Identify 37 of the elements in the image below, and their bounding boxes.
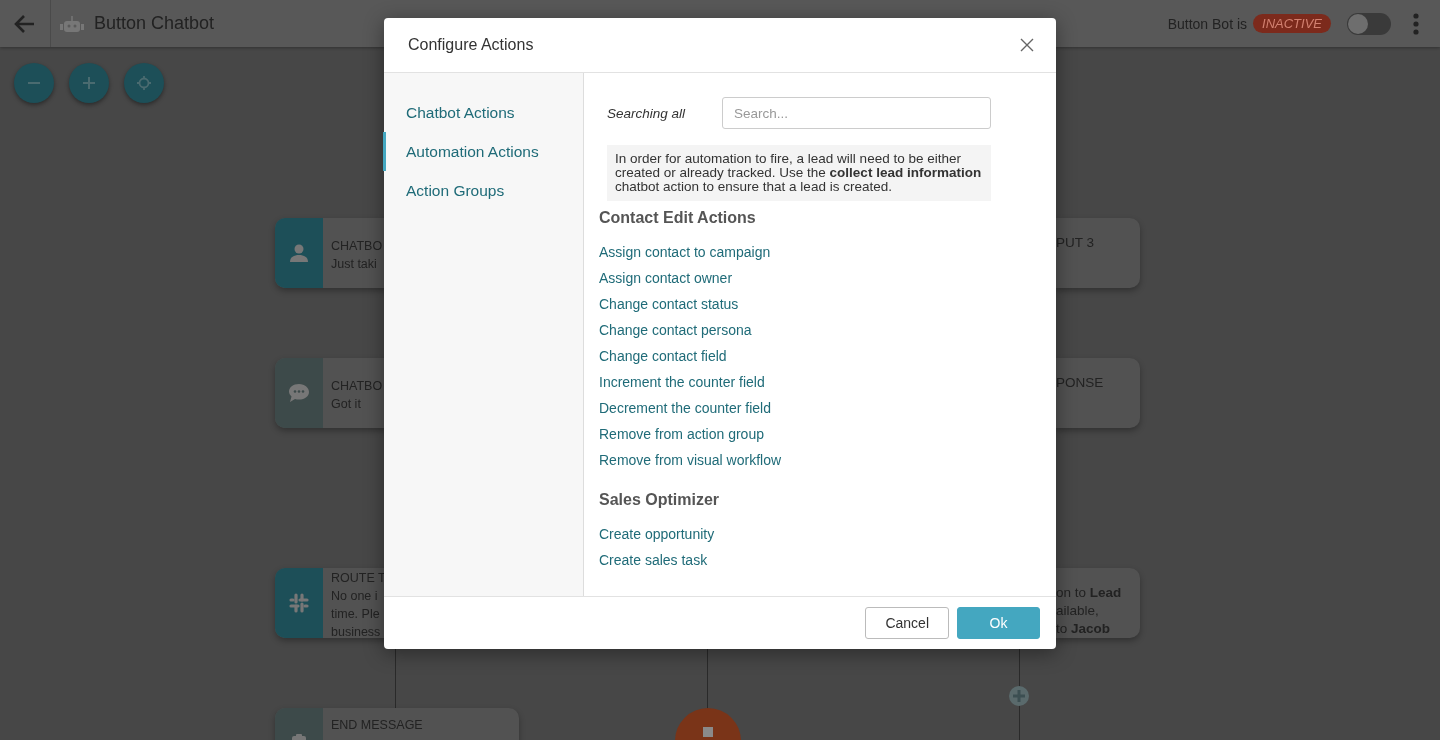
action-link[interactable]: Create sales task (599, 547, 708, 573)
status-badge: INACTIVE (1253, 14, 1331, 33)
action-link[interactable]: Remove from visual workflow (599, 447, 782, 473)
active-toggle[interactable] (1347, 12, 1391, 35)
section-heading: Sales Optimizer (599, 491, 720, 509)
recenter-button[interactable] (124, 63, 164, 103)
person-icon (289, 243, 309, 263)
zoom-out-button[interactable] (14, 63, 54, 103)
action-link[interactable]: Decrement the counter field (599, 395, 771, 421)
info-notice: In order for automation to fire, a lead will need to be either created or already tracked. Use the collect lead information chatbot action to ensure that a lead is created. (607, 145, 991, 201)
more-options-icon[interactable] (1413, 12, 1419, 35)
action-link[interactable]: Assign contact owner (599, 265, 733, 291)
action-link[interactable]: Change contact status (599, 291, 739, 317)
category-tab[interactable]: Action Groups (383, 171, 583, 210)
action-link[interactable]: Create opportunity (599, 521, 715, 547)
action-link[interactable]: Remove from action group (599, 421, 764, 447)
action-link[interactable]: Increment the counter field (599, 369, 765, 395)
add-node-icon[interactable] (1008, 685, 1030, 707)
cancel-button[interactable]: Cancel (865, 607, 949, 639)
crosshair-icon (136, 75, 152, 91)
category-tab[interactable]: Automation Actions (383, 132, 583, 171)
search-field[interactable]: Search... (722, 97, 991, 129)
category-tab[interactable]: Chatbot Actions (383, 93, 583, 132)
zoom-in-button[interactable] (69, 63, 109, 103)
back-arrow-icon[interactable] (14, 13, 36, 34)
section-heading: Contact Edit Actions (599, 209, 756, 227)
action-link[interactable]: Change contact field (599, 343, 727, 369)
search-scope-label: Searching all (607, 105, 687, 121)
minus-icon (27, 82, 41, 84)
dialog-title: Configure Actions (408, 36, 534, 54)
close-icon[interactable] (1020, 38, 1034, 52)
robot-icon (59, 14, 85, 33)
plus-icon (81, 75, 97, 91)
chat-bubble-icon (288, 383, 310, 403)
action-link[interactable]: Assign contact to campaign (599, 239, 771, 265)
hash-grid-icon (289, 593, 309, 613)
action-link[interactable]: Change contact persona (599, 317, 752, 343)
